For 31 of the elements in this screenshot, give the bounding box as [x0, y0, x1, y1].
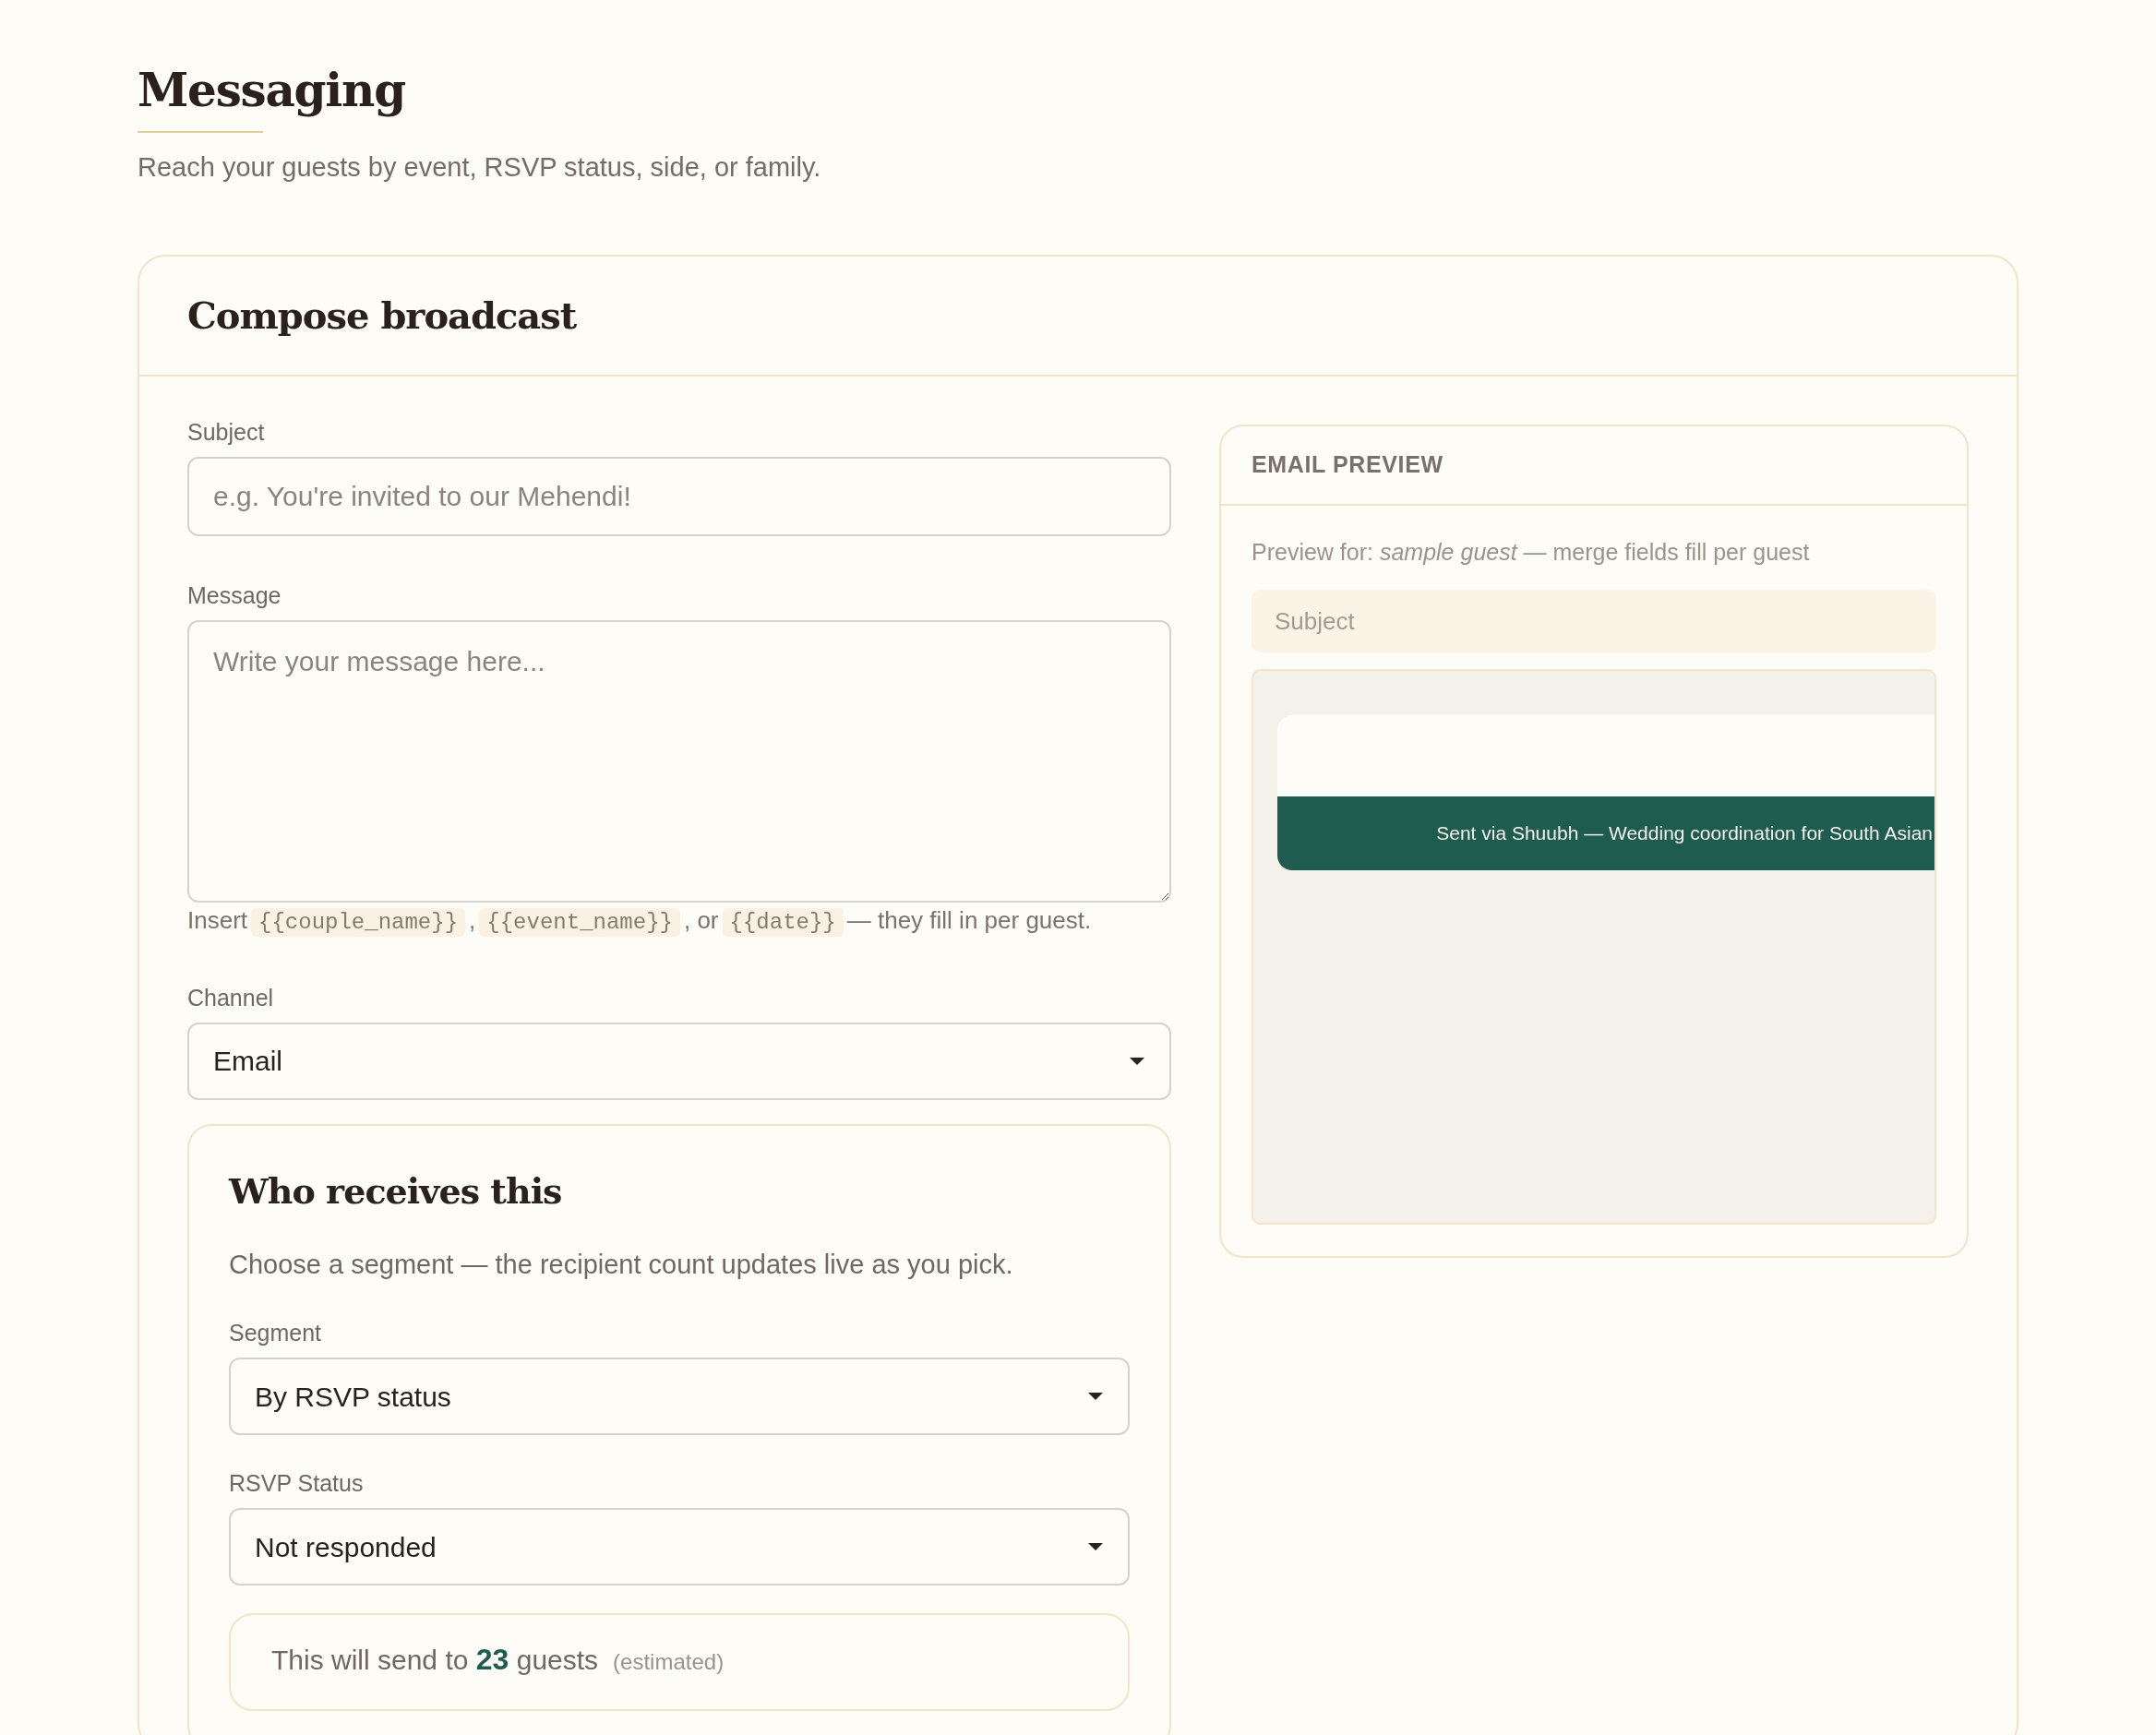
preview-subject: Subject: [1252, 590, 1936, 652]
subject-input[interactable]: e.g. You're invited to our Mehendi!: [187, 456, 1171, 536]
hint-text: , or: [683, 905, 719, 934]
merge-field-tag: {{date}}: [722, 907, 844, 937]
status-select[interactable]: Not responded: [229, 1508, 1130, 1585]
field-label: RSVP Status: [229, 1472, 365, 1495]
field-label: Segment: [229, 1322, 323, 1345]
field-label: Subject: [187, 420, 266, 444]
merge-field-tag: {{event_name}}: [479, 907, 680, 937]
section-description: Choose a segment — the recipient count updates live as you pick.: [229, 1248, 1013, 1281]
hint-text: Insert: [187, 905, 248, 934]
panel-title: EMAIL PREVIEW: [1252, 449, 1443, 479]
channel-select[interactable]: Email: [187, 1022, 1171, 1100]
field-label: Message: [187, 583, 282, 607]
message-textarea[interactable]: Write your message here...: [187, 619, 1171, 903]
page-title: Messaging: [138, 62, 405, 119]
preview-caption: Preview for: sample guest — merge fields fill per guest: [1252, 537, 1810, 567]
segment-select[interactable]: By RSVP status: [229, 1358, 1130, 1435]
hint-text: ,: [469, 905, 476, 934]
merge-field-tag: {{couple_name}}: [251, 907, 466, 937]
dropdown-caret-icon: [1087, 1392, 1104, 1401]
dropdown-caret-icon: [1129, 1056, 1145, 1066]
footer-text: Sent via Shuubh — Wedding coordination for South Asian: [1436, 821, 1933, 846]
hint-text: — they fill in per guest.: [846, 905, 1092, 934]
card-title: Compose broadcast: [187, 292, 577, 339]
section-title: Who receives this: [229, 1168, 562, 1214]
field-label: Channel: [187, 986, 275, 1010]
recipient-count-text: This will send to 23 guests: [271, 1642, 599, 1678]
dropdown-caret-icon: [1087, 1542, 1104, 1551]
page-subtitle: Reach your guests by event, RSVP status, side, or family.: [138, 151, 821, 184]
estimate-note: (estimated): [613, 1648, 725, 1676]
